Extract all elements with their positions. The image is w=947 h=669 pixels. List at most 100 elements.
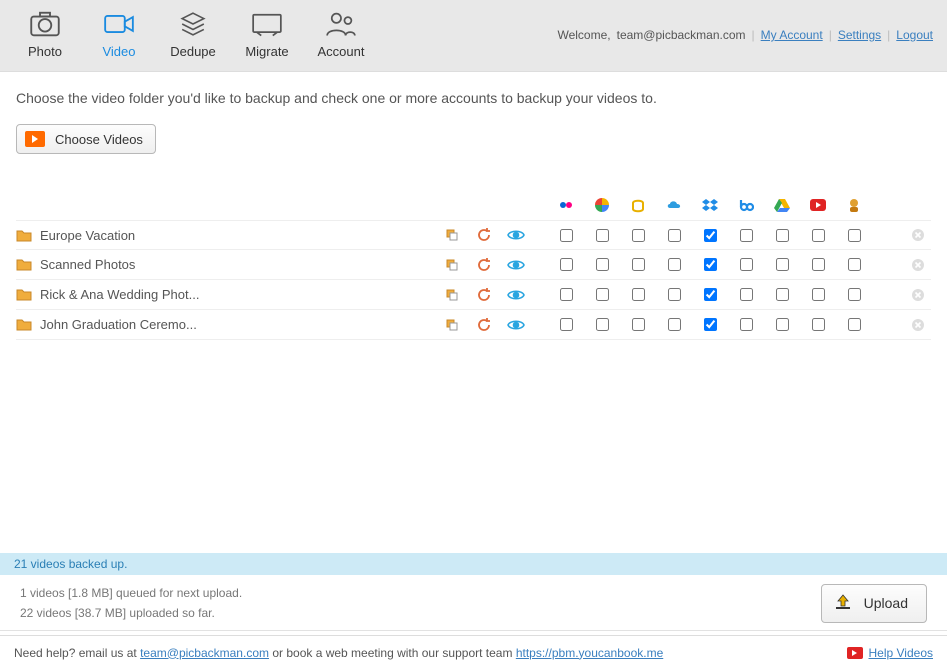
checkbox-box[interactable] [740,229,753,242]
checkbox-onedrive[interactable] [668,229,681,242]
service-checkbox [836,288,872,301]
google-photos-icon [584,197,620,213]
checkbox-box[interactable] [740,258,753,271]
remove-folder-icon[interactable] [904,288,932,302]
service-checkbox [692,229,728,242]
refresh-icon[interactable] [468,257,500,273]
video-camera-icon [104,10,134,38]
settings-link[interactable]: Settings [838,28,881,42]
service-checkbox [584,229,620,242]
checkbox-youtube[interactable] [812,288,825,301]
logout-link[interactable]: Logout [896,28,933,42]
checkbox-smugmug[interactable] [632,258,645,271]
service-checkbox [728,318,764,331]
tab-migrate[interactable]: Migrate [230,10,304,59]
tab-account[interactable]: Account [304,10,378,59]
folder-name-text: Rick & Ana Wedding Phot... [40,287,199,302]
checkbox-onedrive[interactable] [668,288,681,301]
checkbox-dropbox[interactable] [704,258,717,271]
checkbox-flickr[interactable] [560,318,573,331]
copy-icon[interactable] [436,287,468,303]
service-checkbox [656,229,692,242]
remove-folder-icon[interactable] [904,228,932,242]
refresh-icon[interactable] [468,227,500,243]
copy-icon[interactable] [436,257,468,273]
preview-icon[interactable] [500,228,532,242]
checkbox-google-drive[interactable] [776,258,789,271]
folder-name-cell[interactable]: John Graduation Ceremo... [16,317,436,332]
status-strip-text: 21 videos backed up. [14,557,127,571]
checkbox-box[interactable] [740,288,753,301]
checkbox-google-photos[interactable] [596,288,609,301]
checkbox-other[interactable] [848,318,861,331]
checkbox-youtube[interactable] [812,258,825,271]
checkbox-box[interactable] [740,318,753,331]
checkbox-smugmug[interactable] [632,318,645,331]
upload-area: 1 videos [1.8 MB] queued for next upload… [0,575,947,631]
tab-label: Migrate [245,44,288,59]
checkbox-flickr[interactable] [560,288,573,301]
preview-icon[interactable] [500,258,532,272]
checkbox-other[interactable] [848,229,861,242]
account-bar: Welcome, team@picbackman.com | My Accoun… [557,28,933,42]
service-checkbox [656,288,692,301]
google-drive-icon [764,197,800,213]
service-checkbox [548,229,584,242]
service-checkbox [728,288,764,301]
welcome-prefix: Welcome, [557,28,610,42]
service-checkbox [620,258,656,271]
checkbox-google-drive[interactable] [776,229,789,242]
folder-name-cell[interactable]: Scanned Photos [16,257,436,272]
my-account-link[interactable]: My Account [761,28,823,42]
help-book-link[interactable]: https://pbm.youcanbook.me [516,646,663,660]
refresh-icon[interactable] [468,287,500,303]
preview-icon[interactable] [500,288,532,302]
help-videos-label[interactable]: Help Videos [869,646,934,660]
service-checkbox [800,318,836,331]
remove-folder-icon[interactable] [904,258,932,272]
checkbox-flickr[interactable] [560,258,573,271]
checkbox-onedrive[interactable] [668,318,681,331]
checkbox-google-photos[interactable] [596,318,609,331]
checkbox-google-photos[interactable] [596,229,609,242]
folder-icon [16,229,32,242]
copy-icon[interactable] [436,317,468,333]
checkbox-flickr[interactable] [560,229,573,242]
status-strip: 21 videos backed up. [0,553,947,575]
checkbox-google-drive[interactable] [776,288,789,301]
checkbox-dropbox[interactable] [704,229,717,242]
folder-name-cell[interactable]: Rick & Ana Wedding Phot... [16,287,436,302]
migrate-icon [252,10,282,38]
footer: Need help? email us at team@picbackman.c… [0,635,947,669]
copy-icon[interactable] [436,227,468,243]
checkbox-google-photos[interactable] [596,258,609,271]
folder-table: Europe Vacation Scanned Photos Rick & Ana … [16,190,931,340]
checkbox-onedrive[interactable] [668,258,681,271]
checkbox-youtube[interactable] [812,318,825,331]
folder-name-cell[interactable]: Europe Vacation [16,228,436,243]
help-email-link[interactable]: team@picbackman.com [140,646,269,660]
checkbox-dropbox[interactable] [704,288,717,301]
tab-photo[interactable]: Photo [8,10,82,59]
checkbox-youtube[interactable] [812,229,825,242]
help-videos-link[interactable]: Help Videos [847,646,934,660]
welcome-email: team@picbackman.com [617,28,746,42]
divider [0,630,947,631]
checkbox-smugmug[interactable] [632,288,645,301]
tab-dedupe[interactable]: Dedupe [156,10,230,59]
choose-videos-button[interactable]: Choose Videos [16,124,156,154]
preview-icon[interactable] [500,318,532,332]
upload-button[interactable]: Upload [821,584,927,623]
remove-folder-icon[interactable] [904,318,932,332]
queued-text: 1 videos [1.8 MB] queued for next upload… [20,583,242,603]
box-icon [728,197,764,213]
checkbox-other[interactable] [848,288,861,301]
refresh-icon[interactable] [468,317,500,333]
service-checkbox [692,318,728,331]
checkbox-google-drive[interactable] [776,318,789,331]
service-checkbox [800,288,836,301]
checkbox-smugmug[interactable] [632,229,645,242]
checkbox-dropbox[interactable] [704,318,717,331]
tab-video[interactable]: Video [82,10,156,59]
checkbox-other[interactable] [848,258,861,271]
